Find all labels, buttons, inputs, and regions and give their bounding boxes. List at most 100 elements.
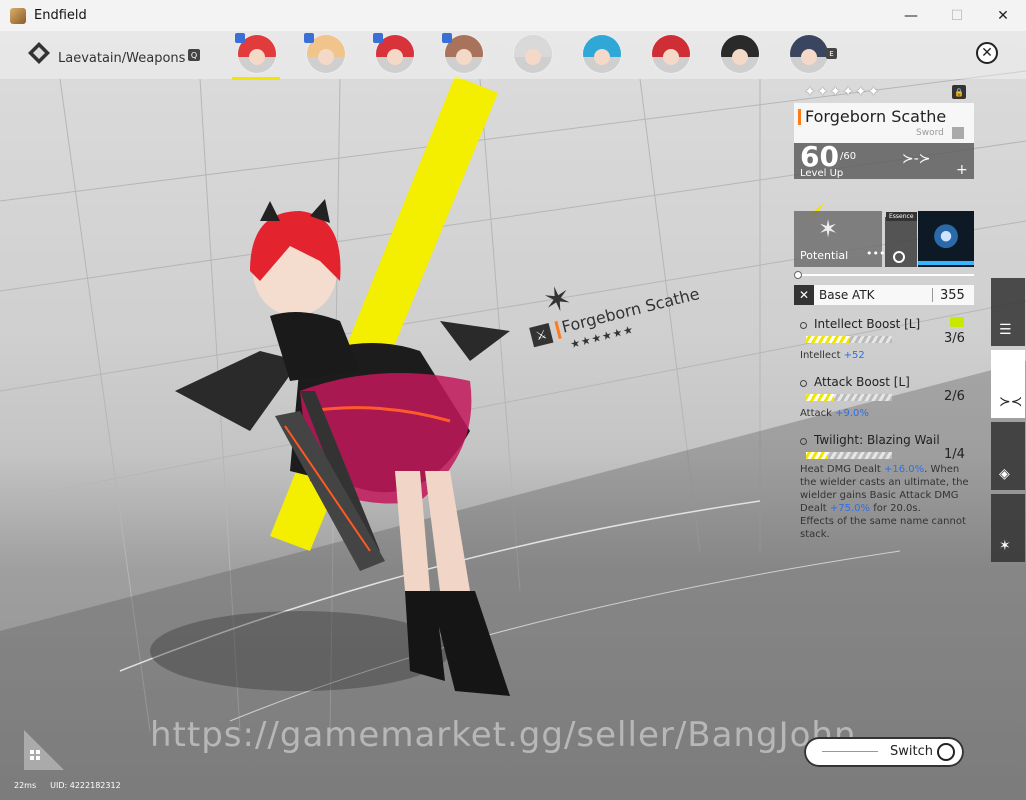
game-window: Endfield — ☐ ✕ Laevatain/Weapons Q E ✕ ✶… bbox=[0, 0, 1026, 800]
skill-progress-fill bbox=[806, 336, 849, 343]
skill-attack-boost[interactable]: Attack Boost [L] 2/6 Attack +9.0% bbox=[800, 375, 972, 427]
skill-count: 2/6 bbox=[944, 389, 965, 404]
uid-readout: UID: 4222182312 bbox=[50, 781, 121, 790]
status-bar: 22ms UID: 4222182312 bbox=[14, 781, 121, 790]
skill-name: Twilight: Blazing Wail bbox=[814, 433, 940, 447]
party-avatar-8[interactable] bbox=[720, 34, 760, 74]
breakthrough-glyph-icon: ≻-≻ bbox=[902, 151, 931, 167]
close-window-button[interactable]: ✕ bbox=[980, 0, 1026, 31]
avatar-face bbox=[732, 49, 748, 65]
list-icon: ☰ bbox=[999, 322, 1012, 338]
title-bar: Endfield — ☐ ✕ bbox=[0, 0, 1026, 32]
switch-line bbox=[822, 751, 878, 752]
side-tab-weapon[interactable]: ≻≺ bbox=[991, 350, 1025, 418]
detail-slider[interactable] bbox=[794, 271, 974, 279]
skill-name: Attack Boost [L] bbox=[814, 375, 910, 389]
essence-slot-button[interactable] bbox=[885, 217, 917, 267]
skill-name: Intellect Boost [L] bbox=[814, 317, 921, 331]
bullet-icon bbox=[800, 438, 807, 445]
party-avatar-5[interactable] bbox=[513, 34, 553, 74]
e-key-hint: E bbox=[826, 48, 837, 59]
potential-emblem-icon: ✶ bbox=[818, 215, 839, 243]
weapon-level-max: /60 bbox=[840, 151, 857, 162]
game-scene: Laevatain/Weapons Q E ✕ ✶ ⚔ Forgeborn Sc… bbox=[0, 31, 1026, 800]
lock-icon[interactable]: 🔒 bbox=[952, 85, 966, 99]
squad-badge-icon bbox=[235, 33, 245, 43]
weapon-glyph-icon: ≻≺ bbox=[999, 394, 1023, 410]
watermark: https://gamemarket.gg/seller/BangJohn bbox=[150, 715, 857, 755]
essence-tag: Essence bbox=[886, 212, 917, 221]
essence-bar bbox=[918, 261, 974, 265]
desc-text: Heat DMG Dealt bbox=[800, 464, 885, 475]
operator-menu-icon bbox=[28, 41, 50, 64]
squad-badge-icon bbox=[442, 33, 452, 43]
side-tab-list[interactable]: ☰ bbox=[991, 278, 1025, 346]
star-emblem-icon: ✶ bbox=[999, 538, 1011, 554]
ping-readout: 22ms bbox=[14, 781, 37, 790]
app-icon bbox=[10, 7, 26, 24]
close-icon: ✕ bbox=[981, 45, 993, 61]
skill-progress bbox=[806, 336, 892, 343]
desc-value: +16.0% bbox=[884, 464, 925, 475]
side-tab-gear[interactable]: ◈ bbox=[991, 422, 1025, 490]
gear-diamond-icon: ◈ bbox=[999, 466, 1010, 482]
squad-badge-icon bbox=[373, 33, 383, 43]
weapon-name-box: Forgeborn Scathe Sword bbox=[794, 103, 974, 143]
switch-button[interactable]: Switch bbox=[804, 737, 964, 767]
skill-effect: Intellect +52 bbox=[800, 350, 865, 361]
weapon-type: Sword bbox=[916, 128, 944, 138]
menu-corner-button[interactable] bbox=[24, 730, 64, 770]
weapon-type-icon bbox=[952, 127, 964, 139]
level-up-label: Level Up bbox=[800, 168, 844, 179]
avatar-face bbox=[387, 49, 403, 65]
refresh-icon bbox=[893, 251, 905, 263]
base-atk-row: ✕ Base ATK 355 bbox=[794, 285, 974, 305]
level-up-button[interactable]: 60 /60 Level Up ≻-≻ + bbox=[794, 140, 974, 179]
party-avatar-9[interactable] bbox=[789, 34, 829, 74]
weapon-name: Forgeborn Scathe bbox=[805, 107, 947, 126]
avatar-face bbox=[801, 49, 817, 65]
desc-note: Effects of the same name cannot stack. bbox=[800, 516, 966, 540]
upgrade-tag-icon bbox=[950, 317, 964, 327]
skill-progress bbox=[806, 452, 892, 459]
desc-text: for 20.0s. bbox=[870, 503, 921, 514]
breadcrumb[interactable]: Laevatain/Weapons bbox=[26, 39, 185, 66]
more-icon: ••• bbox=[866, 247, 886, 260]
base-atk-label: Base ATK bbox=[819, 288, 875, 302]
switch-label: Switch bbox=[890, 744, 933, 759]
skill-count: 1/4 bbox=[944, 447, 965, 462]
minimize-button[interactable]: — bbox=[888, 0, 934, 31]
skill-effect: Attack +9.0% bbox=[800, 408, 869, 419]
base-atk-value: 355 bbox=[940, 288, 965, 303]
bullet-icon bbox=[800, 322, 807, 329]
skill-description: Heat DMG Dealt +16.0%. When the wielder … bbox=[800, 463, 978, 541]
avatar-face bbox=[318, 49, 334, 65]
side-tab-potential[interactable]: ✶ bbox=[991, 494, 1025, 562]
skill-count: 3/6 bbox=[944, 331, 965, 346]
party-avatar-7[interactable] bbox=[651, 34, 691, 74]
breadcrumb-text: Laevatain/Weapons bbox=[58, 51, 186, 66]
avatar-face bbox=[594, 49, 610, 65]
skill-progress-fill bbox=[806, 394, 835, 401]
avatar-face bbox=[249, 49, 265, 65]
q-key-hint: Q bbox=[188, 49, 200, 61]
slider-knob[interactable] bbox=[794, 271, 802, 279]
potential-button[interactable]: ✶ Potential ••• bbox=[794, 211, 886, 267]
squad-badge-icon bbox=[304, 33, 314, 43]
effect-label: Intellect bbox=[800, 350, 844, 361]
divider bbox=[932, 288, 933, 302]
close-panel-button[interactable]: ✕ bbox=[976, 42, 998, 64]
essence-image[interactable] bbox=[918, 211, 974, 267]
switch-icon bbox=[937, 743, 955, 761]
desc-value: +75.0% bbox=[829, 503, 871, 514]
plus-icon: + bbox=[956, 162, 968, 178]
maximize-button[interactable]: ☐ bbox=[934, 0, 980, 31]
skill-twilight-blazing-wail[interactable]: Twilight: Blazing Wail 1/4 Heat DMG Deal… bbox=[800, 433, 972, 565]
weapon-rarity-stars: ✦✦✦✦✦✦ bbox=[804, 84, 881, 100]
potential-label: Potential bbox=[800, 249, 849, 262]
effect-label: Attack bbox=[800, 408, 836, 419]
party-avatar-6[interactable] bbox=[582, 34, 622, 74]
effect-value: +9.0% bbox=[835, 408, 869, 419]
skill-intellect-boost[interactable]: Intellect Boost [L] 3/6 Intellect +52 bbox=[800, 317, 972, 369]
avatar-face bbox=[663, 49, 679, 65]
